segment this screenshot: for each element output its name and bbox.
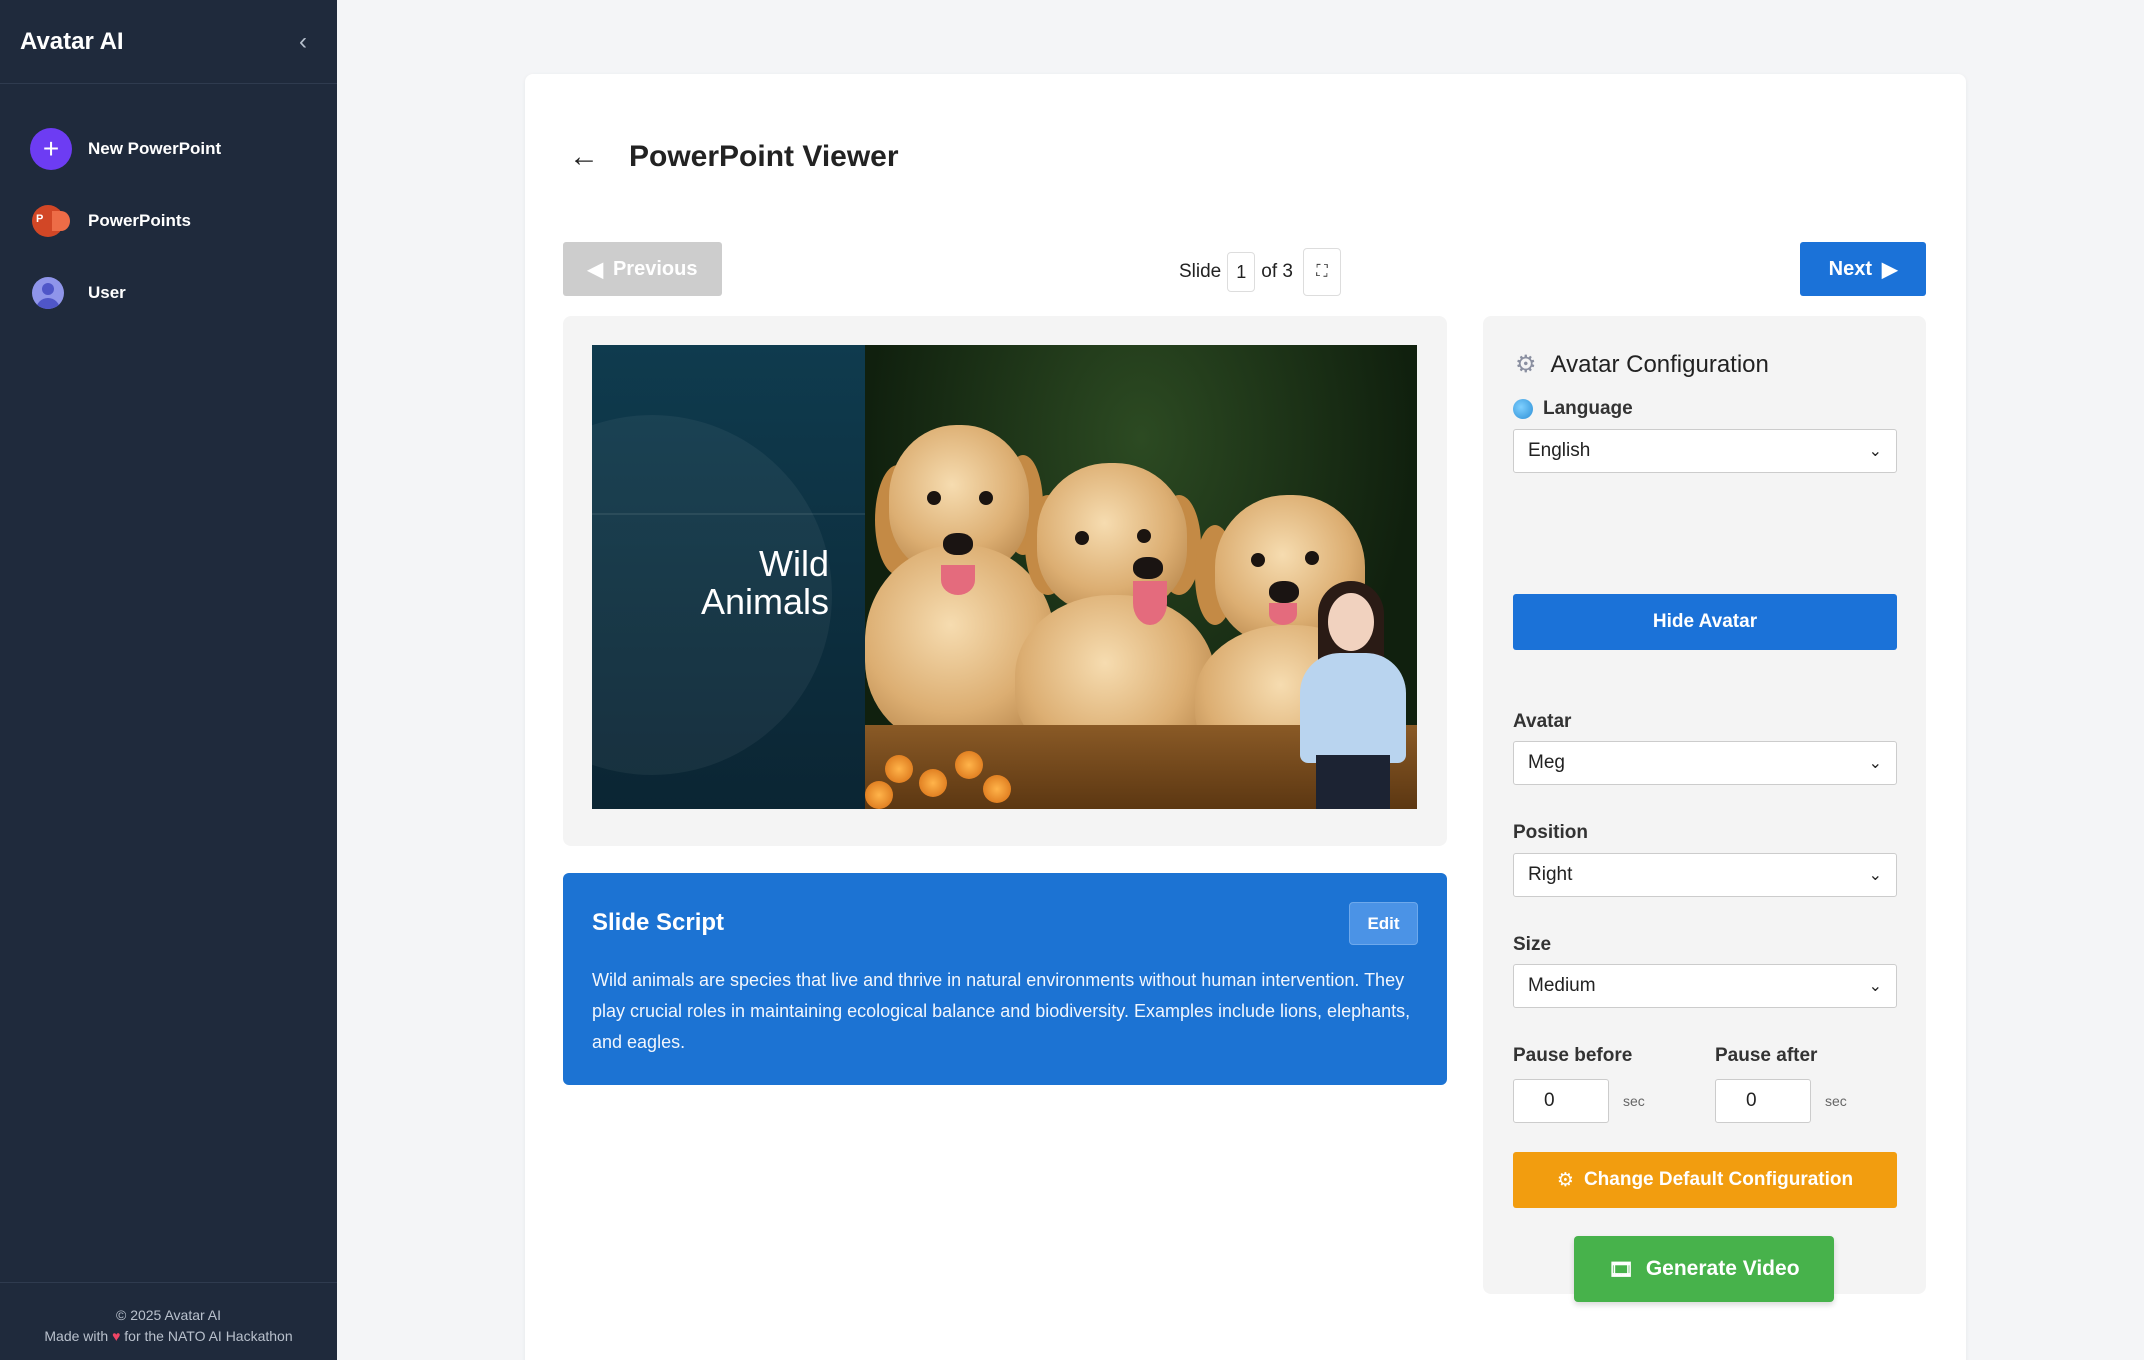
slide-counter: Slide 1 of 3 ⛶ [1179, 248, 1341, 296]
slide-script-card: Slide Script Edit Wild animals are speci… [563, 873, 1447, 1085]
chevron-down-icon: ⌄ [1868, 443, 1882, 460]
sidebar-item-label: New PowerPoint [88, 139, 222, 158]
pause-before-label: Pause before [1513, 1045, 1633, 1066]
pause-before-unit: sec [1623, 1093, 1645, 1109]
sidebar-item-user[interactable]: User [0, 264, 337, 322]
slide-preview: Wild Animals [592, 345, 1417, 809]
chevron-left-icon[interactable]: ‹ [289, 28, 317, 56]
script-text: Wild animals are species that live and t… [592, 970, 1411, 1052]
pause-after-unit: sec [1825, 1093, 1847, 1109]
page-title: PowerPoint Viewer [629, 140, 899, 173]
slide-title-line-1: Wild [759, 543, 829, 584]
made-with-label: Made with [44, 1328, 109, 1344]
main-card: ← PowerPoint Viewer ◀ Previous Slide 1 o… [525, 74, 1966, 1360]
triangle-right-icon: ▶ [1881, 258, 1898, 281]
size-select[interactable]: Medium ⌄ [1513, 964, 1897, 1008]
change-default-label: Change Default Configuration [1583, 1169, 1854, 1190]
chevron-down-icon: ⌄ [1868, 867, 1882, 884]
globe-icon [1513, 399, 1533, 419]
hide-avatar-button[interactable]: Hide Avatar [1513, 594, 1897, 650]
next-label: Next [1828, 257, 1872, 280]
pause-after-input[interactable]: 0 [1715, 1079, 1811, 1123]
chevron-down-icon: ⌄ [1868, 978, 1882, 995]
slide-title-line-2: Animals [700, 581, 829, 622]
plus-icon: + [30, 128, 72, 170]
language-select[interactable]: English ⌄ [1513, 429, 1897, 473]
language-value: English [1528, 440, 1591, 461]
slide-preview-panel: Wild Animals [563, 316, 1447, 846]
next-button[interactable]: Next ▶ [1800, 242, 1926, 296]
sidebar-item-powerpoints[interactable]: P PowerPoints [0, 192, 337, 250]
fullscreen-icon[interactable]: ⛶ [1302, 248, 1341, 296]
size-label: Size [1513, 934, 1552, 955]
pause-after-label: Pause after [1715, 1045, 1818, 1066]
slide-title-panel: Wild Animals [592, 345, 865, 809]
sidebar-item-label: User [88, 283, 126, 302]
sidebar-item-new-powerpoint[interactable]: + New PowerPoint [0, 120, 337, 178]
config-header: ⚙ Avatar Configuration [1515, 350, 1769, 379]
slide-title: Wild Animals [599, 545, 829, 621]
script-title: Slide Script [592, 909, 725, 936]
avatar-value: Meg [1528, 752, 1565, 773]
language-label-text: Language [1543, 398, 1633, 419]
slide-prefix: Slide [1179, 261, 1222, 282]
heart-icon: ♥ [112, 1328, 121, 1344]
gear-icon: ⚙ [1515, 351, 1537, 378]
avatar-select[interactable]: Meg ⌄ [1513, 741, 1897, 785]
copyright-text: © 2025 Avatar AI [115, 1307, 222, 1323]
edit-button[interactable]: Edit [1349, 902, 1418, 945]
sidebar-nav: + New PowerPoint P PowerPoints User [0, 84, 337, 322]
avatar-overlay [1288, 581, 1417, 809]
config-title: Avatar Configuration [1550, 350, 1769, 378]
generate-video-button[interactable]: 🎞 Generate Video [1574, 1236, 1834, 1302]
made-for-label: for the NATO AI Hackathon [124, 1328, 293, 1344]
page-header: ← PowerPoint Viewer [569, 140, 899, 174]
powerpoint-icon: P [32, 205, 70, 237]
arrow-left-icon[interactable]: ← [569, 142, 599, 172]
made-with-text: Made with ♥ for the NATO AI Hackathon [0, 1326, 337, 1347]
avatar-label: Avatar [1513, 711, 1572, 732]
generate-video-label: Generate Video [1645, 1257, 1800, 1280]
film-icon: 🎞 [1608, 1258, 1634, 1281]
change-default-config-button[interactable]: ⚙ Change Default Configuration [1513, 1152, 1897, 1208]
sidebar-header: Avatar AI ‹ [0, 0, 337, 84]
slide-total: of 3 [1261, 261, 1293, 282]
previous-button[interactable]: ◀ Previous [563, 242, 722, 296]
app-title: Avatar AI [20, 27, 124, 55]
language-label: Language [1513, 398, 1633, 420]
previous-label: Previous [612, 257, 698, 280]
position-value: Right [1528, 864, 1573, 885]
sidebar: Avatar AI ‹ + New PowerPoint P PowerPoin… [0, 0, 337, 1360]
triangle-left-icon: ◀ [587, 258, 603, 281]
position-label: Position [1513, 822, 1588, 843]
slide-number-input[interactable]: 1 [1227, 252, 1256, 292]
sidebar-item-label: PowerPoints [88, 211, 191, 230]
user-icon [32, 277, 64, 309]
size-value: Medium [1528, 975, 1596, 996]
pause-before-input[interactable]: 0 [1513, 1079, 1609, 1123]
avatar-config-panel: ⚙ Avatar Configuration Language English … [1483, 316, 1926, 1302]
chevron-down-icon: ⌄ [1868, 755, 1882, 772]
gear-icon: ⚙ [1556, 1169, 1574, 1191]
position-select[interactable]: Right ⌄ [1513, 853, 1897, 897]
sidebar-footer: © 2025 Avatar AI Made with ♥ for the NAT… [0, 1282, 337, 1360]
